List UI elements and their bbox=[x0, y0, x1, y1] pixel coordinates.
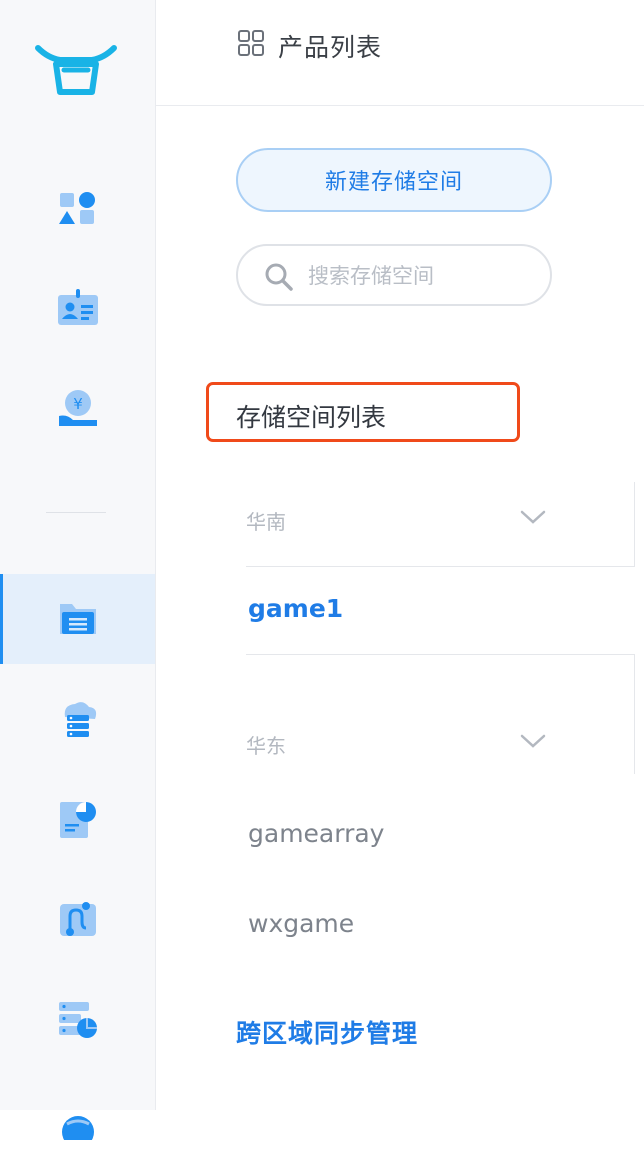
new-bucket-button[interactable]: 新建存储空间 bbox=[236, 148, 552, 212]
grid-icon bbox=[238, 30, 264, 56]
bucket-list-title: 存储空间列表 bbox=[236, 403, 387, 432]
sidebar-item-cloud-server[interactable] bbox=[0, 674, 155, 764]
sidebar-item-account[interactable] bbox=[0, 263, 155, 353]
sidebar-item-more[interactable] bbox=[0, 1074, 155, 1164]
region-border bbox=[246, 566, 635, 567]
folder-list-icon bbox=[59, 604, 96, 634]
region-header-east[interactable]: 华东 bbox=[246, 726, 546, 766]
sidebar-divider bbox=[46, 512, 106, 513]
server-stats-icon bbox=[58, 1002, 97, 1038]
sidebar-item-billing[interactable]: ¥ bbox=[0, 363, 155, 453]
sidebar-rail: ¥ bbox=[0, 0, 156, 1140]
region-border bbox=[634, 654, 635, 774]
bucket-item-gamearray[interactable]: gamearray bbox=[248, 819, 384, 848]
app-logo-icon[interactable] bbox=[34, 40, 118, 102]
region-label: 华东 bbox=[246, 734, 286, 758]
search-input[interactable] bbox=[306, 254, 540, 298]
page-title: 产品列表 bbox=[278, 33, 383, 62]
page-header: 产品列表 bbox=[156, 0, 644, 106]
chevron-down-icon bbox=[520, 734, 546, 748]
cloud-server-icon bbox=[64, 702, 96, 737]
path-workflow-icon bbox=[59, 902, 96, 936]
cross-region-sync-link[interactable]: 跨区域同步管理 bbox=[236, 1014, 418, 1050]
region-border bbox=[634, 482, 635, 566]
region-label: 华南 bbox=[246, 510, 286, 534]
chevron-down-icon bbox=[520, 510, 546, 524]
svg-text:¥: ¥ bbox=[73, 395, 83, 413]
sidebar-item-reports[interactable] bbox=[0, 774, 155, 864]
search-box[interactable] bbox=[236, 244, 552, 306]
sidebar-item-products[interactable] bbox=[0, 163, 155, 253]
region-border bbox=[246, 654, 635, 655]
sidebar-item-workflow[interactable] bbox=[0, 874, 155, 964]
bucket-item-game1[interactable]: game1 bbox=[248, 594, 343, 623]
sidebar-item-server-monitor[interactable] bbox=[0, 974, 155, 1064]
search-icon bbox=[265, 263, 293, 291]
report-chart-icon bbox=[59, 802, 96, 838]
yuan-hand-icon: ¥ bbox=[58, 390, 97, 426]
region-header-south[interactable]: 华南 bbox=[246, 502, 546, 542]
bucket-panel: 新建存储空间 存储空间列表 华南 game1 华东 gamearray wxga… bbox=[156, 106, 644, 1110]
id-card-icon bbox=[57, 289, 98, 325]
shapes-icon bbox=[58, 192, 95, 224]
sidebar-item-storage[interactable] bbox=[0, 574, 155, 664]
bucket-item-wxgame[interactable]: wxgame bbox=[248, 909, 354, 938]
globe-icon bbox=[61, 1116, 94, 1140]
